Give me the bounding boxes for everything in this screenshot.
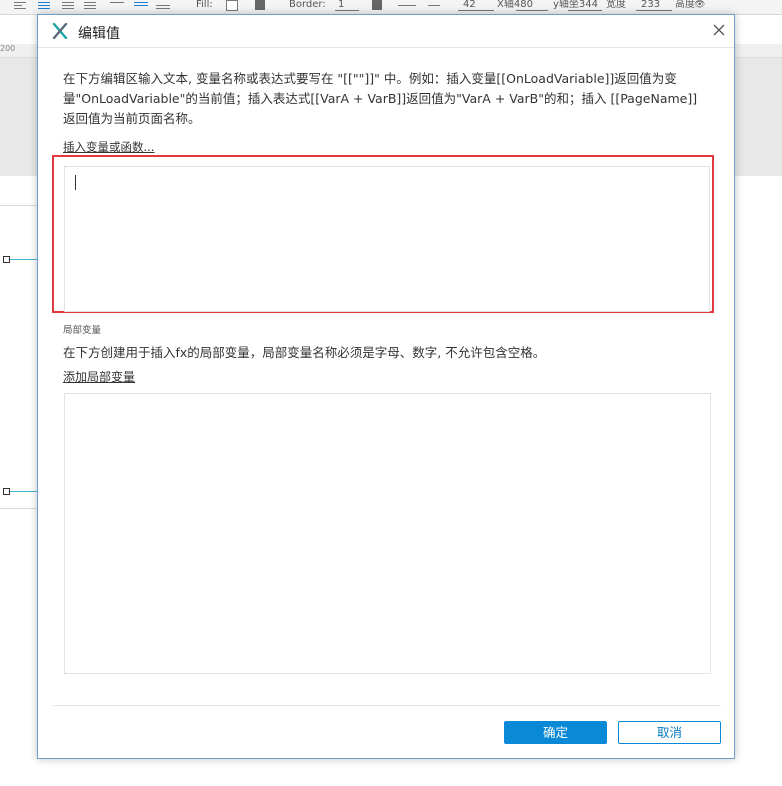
canvas-divider (0, 508, 40, 509)
dialog-titlebar[interactable]: 编辑值 (38, 15, 734, 48)
width-label: 宽度 (606, 0, 626, 10)
height-input-underline (636, 10, 672, 11)
value-editor[interactable] (64, 166, 710, 312)
close-icon[interactable] (712, 23, 726, 37)
ruler-mark: 200 (0, 44, 16, 53)
justify-icon[interactable] (84, 0, 96, 10)
dialog-title: 编辑值 (78, 26, 120, 42)
valign-top-icon[interactable] (110, 0, 124, 10)
add-local-variable-link[interactable]: 添加局部变量 (63, 368, 135, 385)
edit-value-dialog: 编辑值 在下方编辑区输入文本, 变量名称或表达式要写在 "[[""]]" 中。例… (37, 14, 735, 759)
selection-guide-bottom (8, 491, 38, 492)
y-label-underline (568, 10, 602, 11)
local-variables-heading: 局部变量 (63, 325, 102, 336)
border-style-icon[interactable] (398, 5, 416, 6)
fill-color-swatch[interactable] (226, 0, 238, 11)
fill-style-icon[interactable] (255, 0, 265, 10)
instructions-text: 在下方编辑区输入文本, 变量名称或表达式要写在 "[[""]]" 中。例如：插入… (63, 71, 698, 126)
axure-x-icon (52, 23, 68, 39)
height-label: 高度 (675, 0, 695, 10)
align-right-icon[interactable] (62, 0, 74, 10)
selection-guide-top (8, 259, 38, 260)
background-toolbar: Fill: Border: 1 42 X轴480 y轴坐344 宽度 233 高… (0, 0, 782, 15)
fill-label: Fill: (196, 0, 213, 10)
align-center-icon[interactable] (38, 0, 50, 10)
cancel-button[interactable]: 取消 (618, 721, 721, 744)
text-caret (75, 175, 76, 190)
eye-icon[interactable]: 👁 (694, 0, 705, 12)
valign-bottom-icon[interactable] (156, 0, 170, 10)
local-variables-description: 在下方创建用于插入fx的局部变量，局部变量名称必须是字母、数字, 不允许包含空格… (63, 345, 546, 360)
local-variables-list[interactable] (64, 393, 711, 674)
selection-handle[interactable] (3, 256, 10, 263)
align-left-icon[interactable] (14, 0, 26, 10)
x-input-underline (458, 10, 494, 11)
border-width-underline (335, 10, 359, 11)
selection-handle[interactable] (3, 488, 10, 495)
ok-button[interactable]: 确定 (504, 721, 607, 744)
border-label: Border: (289, 0, 326, 10)
x-label-underline (516, 10, 548, 11)
border-arrow-icon[interactable] (428, 5, 440, 6)
valign-middle-icon[interactable] (134, 0, 148, 10)
canvas-divider (0, 205, 40, 206)
footer-divider (53, 705, 721, 706)
border-color-icon[interactable] (372, 0, 382, 10)
insert-variable-link[interactable]: 插入变量或函数... (63, 139, 154, 155)
